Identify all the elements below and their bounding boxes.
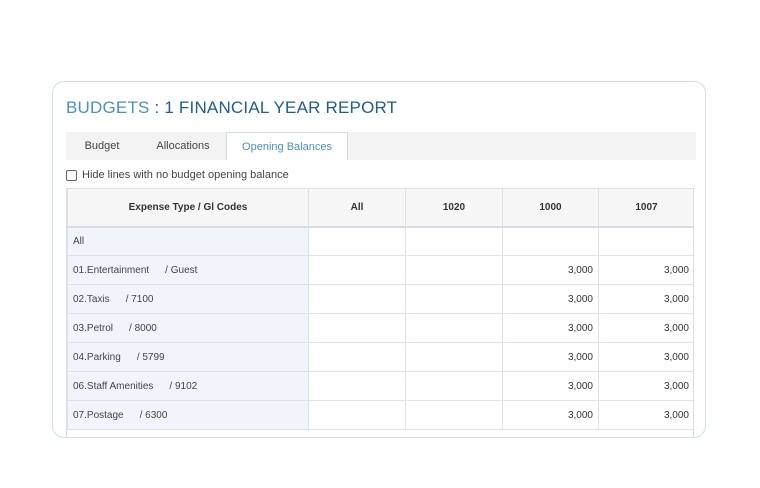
hide-lines-label: Hide lines with no budget opening balanc… — [82, 169, 289, 181]
title-separator: : — [149, 98, 165, 117]
expense-type-cell: 03.Petrol/ 8000 — [67, 313, 309, 343]
value-cell-1020[interactable] — [405, 400, 503, 430]
column-header-all[interactable]: All — [308, 188, 406, 228]
column-header-expense-type[interactable]: Expense Type / Gl Codes — [67, 188, 309, 228]
column-header-1000[interactable]: 1000 — [502, 188, 599, 228]
expense-type-cell: 07.Postage/ 6300 — [67, 400, 309, 430]
value-cell-all[interactable] — [308, 400, 406, 430]
value-cell-1000[interactable]: 3,000 — [502, 342, 599, 372]
value-cell-1020[interactable] — [405, 371, 503, 401]
table-row: 01.Entertainment / Guest 3,000 3,000 — [67, 255, 693, 285]
value-cell-1020[interactable] — [405, 342, 503, 372]
tab-bar: Budget Allocations Opening Balances — [66, 132, 696, 160]
table-row: All — [67, 226, 693, 256]
value-cell-1007[interactable] — [598, 226, 693, 256]
tab-budget[interactable]: Budget — [66, 132, 138, 160]
column-header-1020[interactable]: 1020 — [405, 188, 503, 228]
value-cell-1007[interactable]: 3,000 — [598, 371, 693, 401]
expense-type-cell: 01.Entertainment / Guest — [67, 255, 309, 285]
value-cell-all[interactable] — [308, 226, 406, 256]
value-cell-1007[interactable]: 3,000 — [598, 284, 693, 314]
value-cell-1000[interactable]: 3,000 — [502, 371, 599, 401]
table-row: 07.Postage/ 6300 3,000 3,000 — [67, 400, 693, 430]
table-header-row: Expense Type / Gl Codes All 1020 1000 10… — [67, 188, 693, 228]
expense-type-cell: 04.Parking/ 5799 — [67, 342, 309, 372]
value-cell-1007[interactable]: 3,000 — [598, 313, 693, 343]
value-cell-all[interactable] — [308, 342, 406, 372]
hide-lines-checkbox[interactable] — [66, 169, 77, 181]
value-cell-1000[interactable] — [502, 226, 599, 256]
table-row: 04.Parking/ 5799 3,000 3,000 — [67, 342, 693, 372]
value-cell-1007[interactable]: 3,000 — [598, 400, 693, 430]
value-cell-1000[interactable]: 3,000 — [502, 313, 599, 343]
title-main: 1 FINANCIAL YEAR REPORT — [164, 98, 398, 117]
column-header-1007[interactable]: 1007 — [598, 188, 693, 228]
value-cell-1007[interactable]: 3,000 — [598, 342, 693, 372]
value-cell-1020[interactable] — [405, 284, 503, 314]
table-row: 02.Taxis/ 7100 3,000 3,000 — [67, 284, 693, 314]
expense-type-cell: All — [67, 226, 309, 256]
tab-opening-balances[interactable]: Opening Balances — [226, 132, 348, 160]
tab-allocations[interactable]: Allocations — [142, 132, 224, 160]
page-title: BUDGETS : 1 FINANCIAL YEAR REPORT — [66, 98, 397, 118]
value-cell-all[interactable] — [308, 284, 406, 314]
expense-type-cell: 06.Staff Amenities/ 9102 — [67, 371, 309, 401]
value-cell-1020[interactable] — [405, 226, 503, 256]
value-cell-all[interactable] — [308, 313, 406, 343]
value-cell-1020[interactable] — [405, 255, 503, 285]
title-prefix: BUDGETS — [66, 98, 150, 117]
opening-balances-grid: Expense Type / Gl Codes All 1020 1000 10… — [66, 188, 694, 437]
value-cell-1000[interactable]: 3,000 — [502, 255, 599, 285]
value-cell-1020[interactable] — [405, 313, 503, 343]
value-cell-1000[interactable]: 3,000 — [502, 284, 599, 314]
value-cell-1007[interactable]: 3,000 — [598, 255, 693, 285]
table-row: 03.Petrol/ 8000 3,000 3,000 — [67, 313, 693, 343]
table-row: 06.Staff Amenities/ 9102 3,000 3,000 — [67, 371, 693, 401]
value-cell-all[interactable] — [308, 371, 406, 401]
balances-table: Expense Type / Gl Codes All 1020 1000 10… — [67, 188, 693, 430]
hide-lines-filter[interactable]: Hide lines with no budget opening balanc… — [66, 167, 289, 183]
expense-type-cell: 02.Taxis/ 7100 — [67, 284, 309, 314]
budget-report-card: BUDGETS : 1 FINANCIAL YEAR REPORT Budget… — [52, 81, 706, 438]
value-cell-1000[interactable]: 3,000 — [502, 400, 599, 430]
value-cell-all[interactable] — [308, 255, 406, 285]
